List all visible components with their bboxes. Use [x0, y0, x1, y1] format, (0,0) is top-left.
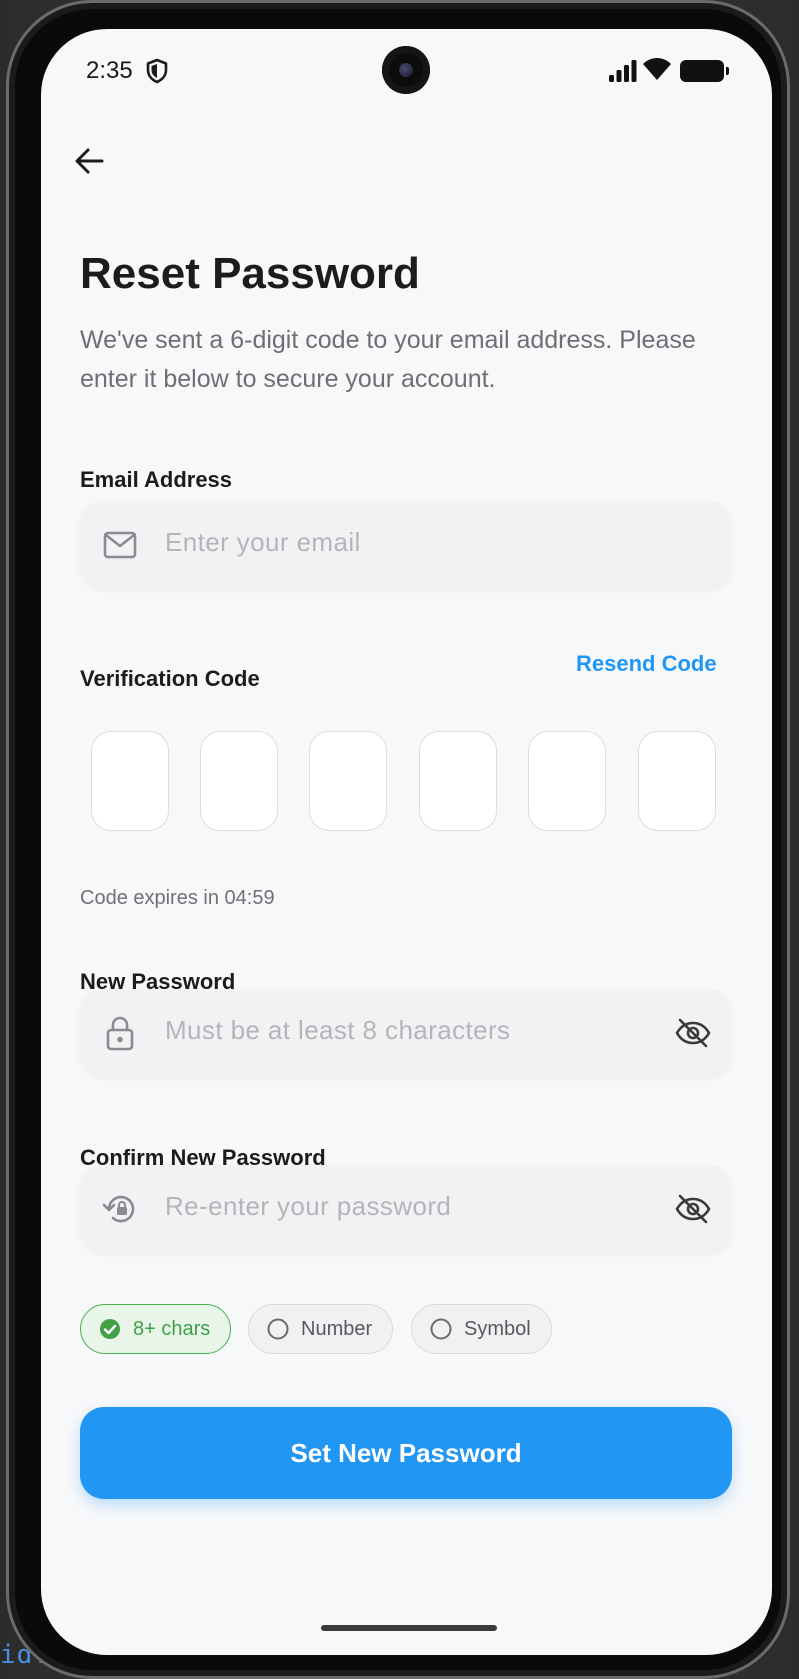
app-screen: 2:35 Reset Password We've sent a 6-digit…	[41, 29, 772, 1655]
requirement-label: 8+ chars	[133, 1317, 211, 1340]
eye-off-icon[interactable]	[674, 1015, 712, 1051]
otp-digit-input[interactable]	[528, 731, 606, 831]
requirement-label: Number	[301, 1317, 373, 1340]
home-indicator[interactable]	[321, 1625, 497, 1631]
new-password-field[interactable]: Must be at least 8 characters	[80, 989, 732, 1077]
confirm-password-placeholder: Re-enter your password	[165, 1191, 452, 1221]
phone-frame: 2:35 Reset Password We've sent a 6-digit…	[6, 0, 790, 1679]
front-camera	[382, 46, 430, 94]
otp-digit-input[interactable]	[200, 731, 278, 831]
email-placeholder: Enter your email	[165, 527, 361, 557]
code-expiry-text: Code expires in 04:59	[80, 887, 275, 909]
requirement-chip-length: 8+ chars	[80, 1304, 232, 1354]
shield-icon	[146, 58, 168, 84]
check-circle-icon	[99, 1318, 121, 1340]
battery-icon	[680, 60, 729, 82]
page-title: Reset Password	[80, 249, 420, 298]
otp-digit-input[interactable]	[309, 731, 387, 831]
requirement-label: Symbol	[464, 1317, 531, 1340]
confirm-password-field[interactable]: Re-enter your password	[80, 1165, 732, 1253]
back-button[interactable]	[69, 141, 109, 181]
lock-icon	[102, 1015, 138, 1051]
circle-icon	[430, 1318, 452, 1340]
new-password-placeholder: Must be at least 8 characters	[165, 1015, 511, 1045]
otp-input-row	[91, 731, 725, 831]
email-label: Email Address	[80, 467, 233, 492]
page-subtitle: We've sent a 6-digit code to your email …	[80, 326, 696, 393]
lock-reset-icon	[102, 1191, 138, 1227]
signal-icon	[609, 60, 637, 82]
otp-digit-input[interactable]	[91, 731, 169, 831]
email-field[interactable]: Enter your email	[80, 501, 732, 589]
otp-digit-input[interactable]	[419, 731, 497, 831]
otp-digit-input[interactable]	[638, 731, 716, 831]
wifi-icon	[643, 58, 671, 80]
requirement-chip-number: Number	[248, 1304, 394, 1354]
status-time: 2:35	[86, 57, 133, 84]
circle-icon	[267, 1318, 289, 1340]
back-arrow-icon	[75, 148, 104, 174]
resend-code-link[interactable]: Resend Code	[576, 651, 717, 677]
set-new-password-button[interactable]: Set New Password	[80, 1407, 732, 1499]
verification-code-label: Verification Code	[80, 666, 260, 691]
eye-off-icon[interactable]	[674, 1191, 712, 1227]
mail-icon	[102, 527, 138, 563]
requirement-chip-symbol: Symbol	[411, 1304, 552, 1354]
